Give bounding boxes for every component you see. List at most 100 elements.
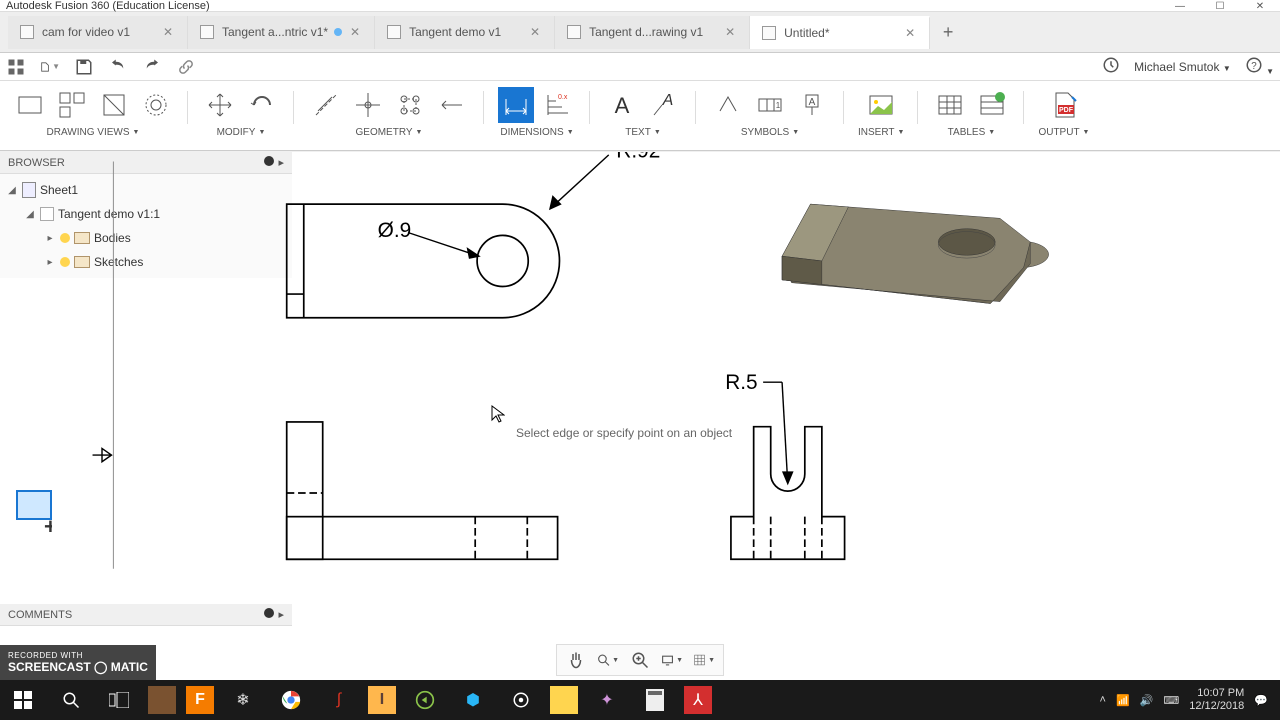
taskbar-calculator[interactable] xyxy=(636,685,674,715)
taskbar-app-9[interactable] xyxy=(502,685,540,715)
pan-icon[interactable] xyxy=(565,649,587,671)
parts-list-icon[interactable] xyxy=(974,87,1010,123)
taskbar-app-3[interactable]: ❄ xyxy=(224,685,262,715)
svg-text:1: 1 xyxy=(776,101,781,110)
ribbon-group-tables: TABLES▼ xyxy=(926,85,1016,138)
search-button[interactable] xyxy=(52,685,90,715)
tab-close-icon[interactable]: ✕ xyxy=(348,25,362,39)
leader-text-icon[interactable]: A xyxy=(646,87,682,123)
svg-text:A: A xyxy=(809,97,816,108)
grid-settings-icon[interactable]: ▼ xyxy=(693,649,715,671)
projected-view-icon[interactable] xyxy=(54,87,90,123)
taskbar-chrome[interactable] xyxy=(272,685,310,715)
windows-taskbar: F ❄ ∫ I ⬢ ✦ ⅄ ˄ 📶 🔊 ⌨ 10:07 PM 12/12/201… xyxy=(0,680,1280,720)
app-title: Autodesk Fusion 360 (Education License) xyxy=(6,0,1274,12)
ordinate-dimension-icon[interactable]: 0.x xyxy=(540,87,576,123)
tab-cam-for-video[interactable]: cam for video v1 ✕ xyxy=(8,16,188,49)
detail-view-icon[interactable] xyxy=(138,87,174,123)
isometric-view xyxy=(782,204,1049,303)
tab-close-icon[interactable]: ✕ xyxy=(528,25,542,39)
tray-clock[interactable]: 10:07 PM 12/12/2018 xyxy=(1189,687,1244,713)
taskbar-app-1[interactable] xyxy=(148,686,176,714)
base-view-icon[interactable] xyxy=(12,87,48,123)
drawing-canvas[interactable]: Ø.9 R.92 xyxy=(0,152,1280,654)
tab-close-icon[interactable]: ✕ xyxy=(161,25,175,39)
taskbar-app-fusion[interactable]: F xyxy=(186,686,214,714)
link-button[interactable] xyxy=(176,57,196,77)
ribbon-group-insert: INSERT▼ xyxy=(852,85,910,138)
main-area: BROWSER ▸ ◢ Sheet1 ◢ Tangent demo v1:1 ▸… xyxy=(0,152,1280,680)
move-icon[interactable] xyxy=(202,87,238,123)
zoom-icon[interactable]: ▼ xyxy=(597,649,619,671)
svg-text:A: A xyxy=(615,93,630,118)
minimize-button[interactable]: — xyxy=(1160,0,1200,12)
new-tab-button[interactable]: + xyxy=(934,18,962,46)
document-icon xyxy=(762,26,776,40)
taskview-button[interactable] xyxy=(100,685,138,715)
tab-untitled[interactable]: Untitled* ✕ xyxy=(750,16,930,49)
maximize-button[interactable]: ☐ xyxy=(1200,0,1240,12)
undo-button[interactable] xyxy=(108,57,128,77)
unsaved-indicator xyxy=(334,28,342,36)
feature-control-icon[interactable]: 1 xyxy=(752,87,788,123)
edge-extension-icon[interactable] xyxy=(434,87,470,123)
side-view xyxy=(731,427,845,560)
help-button[interactable]: ? ▼ xyxy=(1245,56,1274,77)
ribbon-group-drawing-views: DRAWING VIEWS▼ xyxy=(6,85,180,138)
tray-chevron-icon[interactable]: ˄ xyxy=(1100,694,1106,706)
taskbar-inventor[interactable]: I xyxy=(368,686,396,714)
taskbar-acrobat[interactable]: ⅄ xyxy=(684,686,712,714)
front-view xyxy=(287,422,558,559)
center-mark-icon[interactable] xyxy=(350,87,386,123)
document-icon xyxy=(567,25,581,39)
start-button[interactable] xyxy=(4,685,42,715)
svg-text:0.x: 0.x xyxy=(558,94,568,101)
tab-tangent-antric[interactable]: Tangent a...ntric v1* ✕ xyxy=(188,16,375,49)
dimension-icon[interactable] xyxy=(498,87,534,123)
taskbar-app-11[interactable]: ✦ xyxy=(588,685,626,715)
section-view-icon[interactable] xyxy=(96,87,132,123)
quick-access-bar: ▼ Michael Smutok ▼ ? ▼ xyxy=(0,53,1280,81)
activity-icon[interactable] xyxy=(1102,56,1120,77)
recorder-watermark: RECORDED WITH SCREENCAST ◯ MATIC xyxy=(0,645,156,680)
redo-button[interactable] xyxy=(142,57,162,77)
file-menu-button[interactable]: ▼ xyxy=(40,57,60,77)
tray-keyboard-icon[interactable]: ⌨ xyxy=(1163,694,1179,707)
table-icon[interactable] xyxy=(932,87,968,123)
rotate-icon[interactable] xyxy=(244,87,280,123)
ribbon-group-output: PDF OUTPUT▼ xyxy=(1032,85,1095,138)
tab-close-icon[interactable]: ✕ xyxy=(903,26,917,40)
datum-id-icon[interactable]: A xyxy=(794,87,830,123)
system-tray: ˄ 📶 🔊 ⌨ 10:07 PM 12/12/2018 💬 xyxy=(1100,687,1277,713)
output-pdf-icon[interactable]: PDF xyxy=(1046,87,1082,123)
svg-text:A: A xyxy=(662,92,674,109)
tray-volume-icon[interactable]: 🔊 xyxy=(1140,694,1154,707)
tray-network-icon[interactable]: 📶 xyxy=(1116,694,1130,707)
tab-close-icon[interactable]: ✕ xyxy=(723,25,737,39)
text-icon[interactable]: A xyxy=(604,87,640,123)
projection-arrow-icon xyxy=(93,448,112,461)
image-icon[interactable] xyxy=(863,87,899,123)
center-pattern-icon[interactable] xyxy=(392,87,428,123)
surface-texture-icon[interactable] xyxy=(710,87,746,123)
taskbar-app-5[interactable]: ∫ xyxy=(320,685,358,715)
comments-settings-icon[interactable] xyxy=(264,608,274,618)
tab-tangent-demo[interactable]: Tangent demo v1 ✕ xyxy=(375,16,555,49)
taskbar-app-10[interactable] xyxy=(550,686,578,714)
svg-text:PDF: PDF xyxy=(1059,107,1074,114)
user-menu[interactable]: Michael Smutok ▼ xyxy=(1134,60,1231,74)
comments-collapse-icon[interactable]: ▸ xyxy=(278,608,284,621)
dim-diameter: Ø.9 xyxy=(378,219,412,242)
tab-tangent-drawing[interactable]: Tangent d...rawing v1 ✕ xyxy=(555,16,750,49)
save-button[interactable] xyxy=(74,57,94,77)
display-settings-icon[interactable]: ▼ xyxy=(661,649,683,671)
tray-notifications-icon[interactable]: 💬 xyxy=(1254,694,1268,707)
data-panel-button[interactable] xyxy=(6,57,26,77)
taskbar-app-8[interactable]: ⬢ xyxy=(454,685,492,715)
sheet-thumbnail[interactable]: + xyxy=(16,490,52,538)
taskbar-app-7[interactable] xyxy=(406,685,444,715)
centerline-icon[interactable] xyxy=(308,87,344,123)
close-button[interactable]: ✕ xyxy=(1240,0,1280,12)
zoom-window-icon[interactable] xyxy=(629,649,651,671)
comments-header: COMMENTS ▸ xyxy=(0,604,292,626)
